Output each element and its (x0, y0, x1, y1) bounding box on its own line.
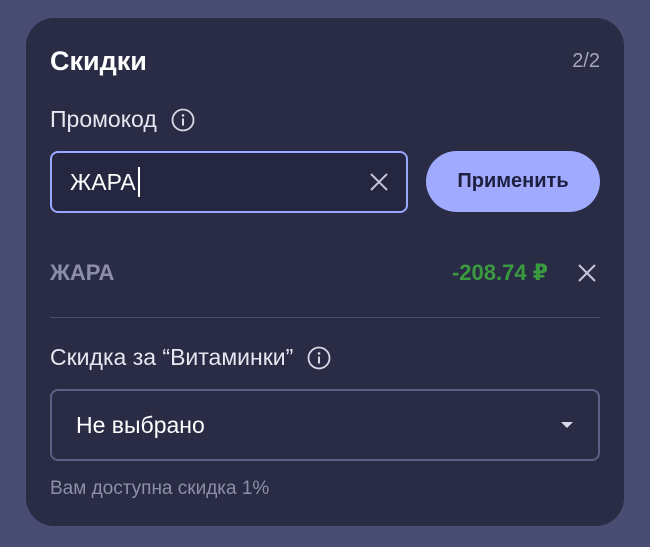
applied-promo-code: ЖАРА (50, 260, 115, 285)
promo-label: Промокод (50, 106, 157, 132)
promo-input[interactable]: ЖАРА (50, 151, 408, 213)
vitamins-label: Скидка за “Витаминки” (50, 344, 294, 370)
info-icon[interactable] (307, 346, 331, 370)
caret-down-icon (561, 422, 573, 428)
applied-discount-amount: -208.74 ₽ (451, 260, 548, 285)
applied-promo-row: ЖАРА -208.74 ₽ (50, 256, 600, 290)
clear-input-close-icon[interactable] (366, 169, 392, 195)
text-caret (137, 167, 140, 197)
apply-button[interactable]: Применить (426, 151, 600, 212)
vitamins-select-value: Не выбрано (76, 411, 205, 438)
vitamins-discount-select[interactable]: Не выбрано (50, 389, 600, 461)
vitamins-hint: Вам доступна скидка 1% (50, 478, 270, 499)
promo-label-row: Промокод (50, 106, 195, 133)
remove-promo-close-icon[interactable] (574, 260, 600, 286)
promo-input-value[interactable]: ЖАРА (70, 167, 366, 197)
vitamins-label-row: Скидка за “Витаминки” (50, 344, 331, 371)
discounts-card: Скидки 2/2 Промокод ЖАРА Применить ЖАРА … (26, 18, 624, 526)
card-title: Скидки (50, 46, 147, 76)
info-icon[interactable] (171, 108, 195, 132)
step-indicator: 2/2 (572, 50, 600, 72)
divider (50, 317, 600, 318)
